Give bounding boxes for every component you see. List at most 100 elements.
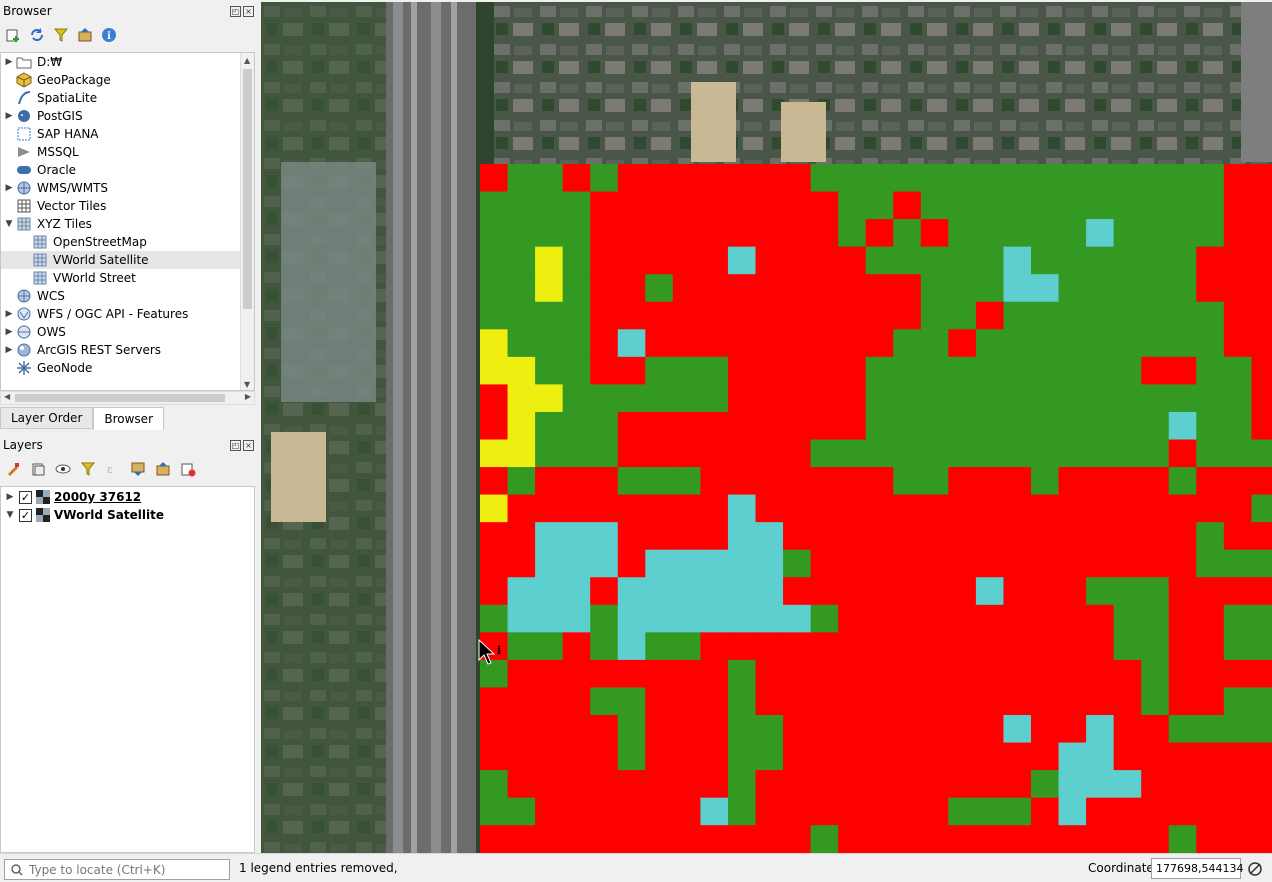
raster-cell — [893, 219, 922, 248]
raster-cell — [755, 274, 784, 303]
raster-cell — [590, 301, 619, 330]
raster-cell — [920, 549, 949, 578]
collapse-arrow-icon[interactable]: ▼ — [5, 506, 15, 524]
raster-cell — [1168, 770, 1197, 799]
postgis-icon — [15, 108, 33, 124]
filter-icon[interactable] — [52, 26, 70, 44]
browser-item[interactable]: ▶ PostGIS — [1, 107, 241, 125]
close-panel-button[interactable]: × — [243, 440, 254, 451]
info-icon[interactable]: i — [100, 26, 118, 44]
raster-cell — [1141, 659, 1170, 689]
horizontal-scrollbar[interactable]: ◀ ▶ — [0, 391, 255, 405]
expand-arrow-icon[interactable]: ▶ — [3, 323, 15, 341]
float-panel-button[interactable]: ◰ — [230, 6, 241, 17]
browser-item[interactable]: ▶ D:₩ — [1, 53, 241, 71]
raster-cell — [865, 356, 894, 385]
coordinate-toggle-icon[interactable] — [1247, 861, 1263, 877]
filter-legend-icon[interactable] — [79, 460, 97, 478]
tab-layer-order[interactable]: Layer Order — [0, 407, 94, 429]
raster-cell — [1196, 191, 1225, 220]
add-group-icon[interactable] — [29, 460, 47, 478]
raster-cell — [727, 687, 757, 716]
expand-arrow-icon[interactable]: ▶ — [3, 341, 15, 359]
browser-item[interactable]: ▶ ArcGIS REST Servers — [1, 341, 241, 359]
expand-arrow-icon[interactable]: ▶ — [3, 179, 15, 197]
raster-cell — [948, 329, 977, 358]
scrollbar-thumb[interactable] — [243, 69, 252, 309]
browser-item[interactable]: Vector Tiles — [1, 197, 241, 215]
xyz-tiles-icon — [15, 216, 33, 232]
float-panel-button[interactable]: ◰ — [230, 440, 241, 451]
expand-all-icon[interactable] — [129, 460, 147, 478]
visibility-eye-icon[interactable] — [54, 460, 72, 478]
raster-cell — [975, 191, 1005, 220]
browser-item[interactable]: VWorld Satellite — [1, 251, 241, 269]
expand-arrow-icon[interactable]: ▶ — [5, 488, 15, 506]
layer-item[interactable]: ▶ ✓ 2000y 37612 — [5, 488, 141, 506]
collapse-all-icon[interactable] — [154, 460, 172, 478]
style-brush-icon[interactable] — [4, 460, 22, 478]
expand-arrow-icon[interactable]: ▶ — [3, 305, 15, 323]
raster-cell — [975, 577, 1005, 606]
browser-item[interactable]: VWorld Street — [1, 269, 241, 287]
browser-item[interactable]: ▶ OWS — [1, 323, 241, 341]
layer-visibility-checkbox[interactable]: ✓ — [19, 508, 32, 522]
raster-cell — [617, 549, 646, 578]
raster-cell — [783, 191, 812, 220]
raster-cell — [617, 274, 646, 303]
raster-cell — [893, 825, 922, 853]
raster-cell — [948, 577, 977, 606]
raster-cell — [1251, 659, 1272, 689]
raster-cell — [507, 274, 536, 303]
map-canvas[interactable]: i — [261, 2, 1272, 853]
browser-item[interactable]: WCS — [1, 287, 241, 305]
expand-arrow-icon[interactable]: ▶ — [3, 107, 15, 125]
scrollbar-thumb[interactable] — [15, 394, 225, 402]
expand-arrow-icon[interactable]: ▶ — [3, 53, 15, 71]
browser-item[interactable]: ▶ WFS / OGC API - Features — [1, 305, 241, 323]
browser-item[interactable]: SAP HANA — [1, 125, 241, 143]
raster-cell — [1086, 246, 1115, 275]
browser-item[interactable]: Oracle — [1, 161, 241, 179]
layers-panel-title-buttons: ◰ × — [230, 440, 254, 451]
raster-cell — [507, 742, 536, 771]
raster-cell — [562, 164, 591, 193]
wfs-icon — [15, 306, 33, 322]
raster-cell — [783, 687, 812, 716]
xyz-layer-icon — [31, 234, 49, 250]
browser-item[interactable]: OpenStreetMap — [1, 233, 241, 251]
tab-browser[interactable]: Browser — [93, 407, 165, 430]
remove-layer-icon[interactable] — [179, 460, 197, 478]
locator-search-input[interactable]: Type to locate (Ctrl+K) — [4, 859, 230, 880]
collapse-arrow-icon[interactable]: ▼ — [3, 215, 15, 233]
raster-cell — [1003, 356, 1032, 385]
coordinate-field[interactable]: 177698,544134 — [1151, 858, 1243, 879]
raster-cell — [1168, 164, 1197, 193]
refresh-icon[interactable] — [28, 26, 46, 44]
raster-cell — [1086, 825, 1115, 853]
add-layer-icon[interactable] — [4, 26, 22, 44]
collapse-all-icon[interactable] — [76, 26, 94, 44]
raster-cell — [617, 329, 646, 358]
raster-cell — [975, 356, 1005, 385]
raster-cell — [893, 494, 922, 523]
raster-cell — [865, 301, 894, 330]
raster-cell — [590, 439, 619, 468]
raster-cell — [1196, 797, 1225, 826]
browser-item[interactable]: GeoPackage — [1, 71, 241, 89]
browser-item[interactable]: ▶ WMS/WMTS — [1, 179, 241, 197]
raster-cell — [838, 604, 867, 633]
raster-cell — [783, 522, 812, 551]
expression-filter-icon[interactable]: ε — [104, 460, 122, 478]
close-panel-button[interactable]: × — [243, 6, 254, 17]
vertical-scrollbar[interactable]: ▲ ▼ — [240, 53, 254, 390]
browser-item[interactable]: GeoNode — [1, 359, 241, 377]
browser-item[interactable]: SpatiaLite — [1, 89, 241, 107]
raster-cell — [920, 246, 949, 275]
raster-cell — [1196, 219, 1225, 248]
layer-item[interactable]: ▼ ✓ VWorld Satellite — [5, 506, 164, 524]
browser-item[interactable]: ▼ XYZ Tiles — [1, 215, 241, 233]
browser-item[interactable]: MSSQL — [1, 143, 241, 161]
layer-visibility-checkbox[interactable]: ✓ — [19, 490, 32, 504]
raster-cell — [1003, 219, 1032, 248]
